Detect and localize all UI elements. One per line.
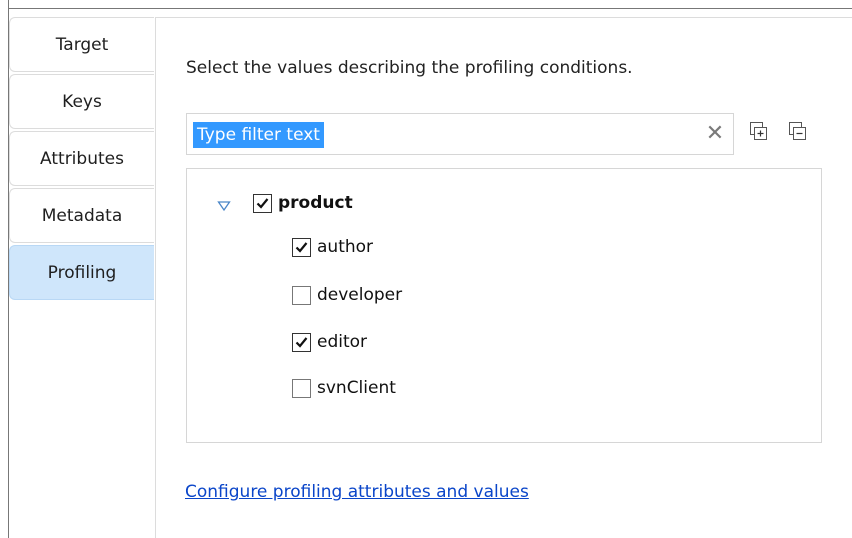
panel-border-top: [155, 17, 852, 18]
tree-row-author[interactable]: author: [292, 234, 373, 260]
tab-label: Keys: [62, 91, 102, 112]
tab-label: Attributes: [40, 148, 124, 169]
collapse-all-icon[interactable]: [789, 122, 807, 142]
clear-icon[interactable]: ✕: [703, 122, 727, 146]
configure-profiling-link[interactable]: Configure profiling attributes and value…: [185, 482, 529, 502]
tree-row-product[interactable]: product: [217, 190, 353, 216]
tree-label: author: [317, 237, 374, 257]
tab-metadata[interactable]: Metadata: [9, 188, 154, 243]
tab-target[interactable]: Target: [9, 17, 154, 72]
filter-selected-text: Type filter text: [193, 122, 324, 148]
tree-label: product: [278, 193, 353, 213]
tab-label: Profiling: [47, 262, 117, 283]
tree-row-developer[interactable]: developer: [292, 282, 402, 308]
panel-description: Select the values describing the profili…: [186, 58, 633, 78]
developer-checkbox[interactable]: [292, 285, 311, 305]
profiling-tree: product author developer editor svnClien…: [186, 168, 822, 443]
tree-label: editor: [317, 332, 368, 352]
tab-attributes[interactable]: Attributes: [9, 131, 154, 186]
tree-label: developer: [317, 285, 403, 305]
expand-all-icon[interactable]: [750, 122, 768, 142]
tab-label: Metadata: [41, 205, 123, 226]
product-checkbox[interactable]: [253, 193, 272, 213]
svnclient-checkbox[interactable]: [292, 378, 311, 398]
filter-field[interactable]: Type filter text ✕: [186, 113, 734, 155]
tree-row-editor[interactable]: editor: [292, 329, 367, 355]
editor-checkbox[interactable]: [292, 332, 311, 352]
tree-label: svnClient: [317, 378, 396, 398]
window-frame-left: [0, 0, 9, 538]
tab-keys[interactable]: Keys: [9, 74, 154, 129]
tree-row-svnclient[interactable]: svnClient: [292, 375, 396, 401]
window-frame-top: [0, 0, 852, 9]
tab-label: Target: [55, 34, 109, 55]
tab-profiling[interactable]: Profiling: [9, 245, 154, 300]
author-checkbox[interactable]: [292, 237, 311, 257]
expand-triangle-icon[interactable]: [217, 197, 231, 212]
panel-border-left: [155, 17, 156, 538]
